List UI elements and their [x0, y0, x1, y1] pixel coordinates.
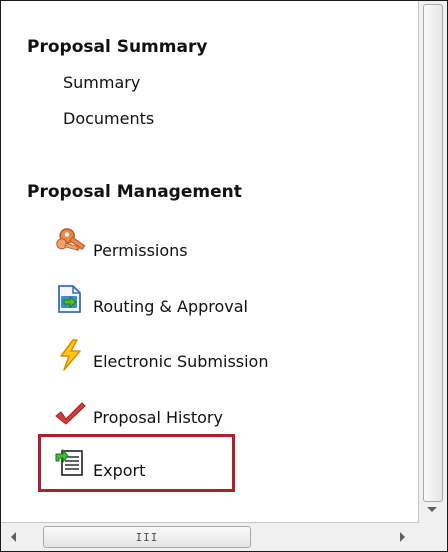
routing-approval-label: Routing & Approval: [93, 296, 248, 316]
keys-icon: [53, 227, 87, 261]
proposal-history-label: Proposal History: [93, 407, 223, 427]
checkmark-icon: [53, 394, 87, 428]
permissions-label: Permissions: [93, 240, 188, 260]
documents-link[interactable]: Documents: [63, 109, 154, 128]
scroll-grip: III: [135, 530, 159, 544]
panel-content: Proposal Summary Summary Documents Propo…: [1, 1, 417, 521]
proposal-management-heading: Proposal Management: [27, 182, 242, 202]
scroll-right-arrow-icon[interactable]: [400, 532, 405, 542]
vertical-scrollbar[interactable]: [418, 1, 447, 523]
navigation-panel: Proposal Summary Summary Documents Propo…: [0, 0, 448, 552]
scroll-down-arrow-icon[interactable]: [427, 507, 437, 512]
proposal-history-item[interactable]: Proposal History: [53, 392, 223, 430]
proposal-summary-heading: Proposal Summary: [27, 37, 208, 57]
scroll-left-arrow-icon[interactable]: [11, 532, 16, 542]
routing-arrow-icon: [53, 283, 87, 317]
export-label: Export: [93, 460, 146, 480]
vertical-scroll-thumb[interactable]: [423, 4, 443, 502]
permissions-item[interactable]: Permissions: [53, 225, 188, 263]
horizontal-scrollbar[interactable]: III: [1, 522, 419, 551]
summary-link[interactable]: Summary: [63, 73, 140, 92]
electronic-submission-label: Electronic Submission: [93, 351, 269, 371]
lightning-bolt-icon: [53, 338, 87, 372]
routing-approval-item[interactable]: Routing & Approval: [53, 281, 248, 319]
electronic-submission-item[interactable]: Electronic Submission: [53, 336, 268, 374]
export-icon: [53, 447, 87, 481]
scrollbar-corner: [419, 523, 447, 551]
export-item[interactable]: Export: [53, 445, 145, 483]
horizontal-scroll-thumb[interactable]: III: [43, 526, 251, 548]
